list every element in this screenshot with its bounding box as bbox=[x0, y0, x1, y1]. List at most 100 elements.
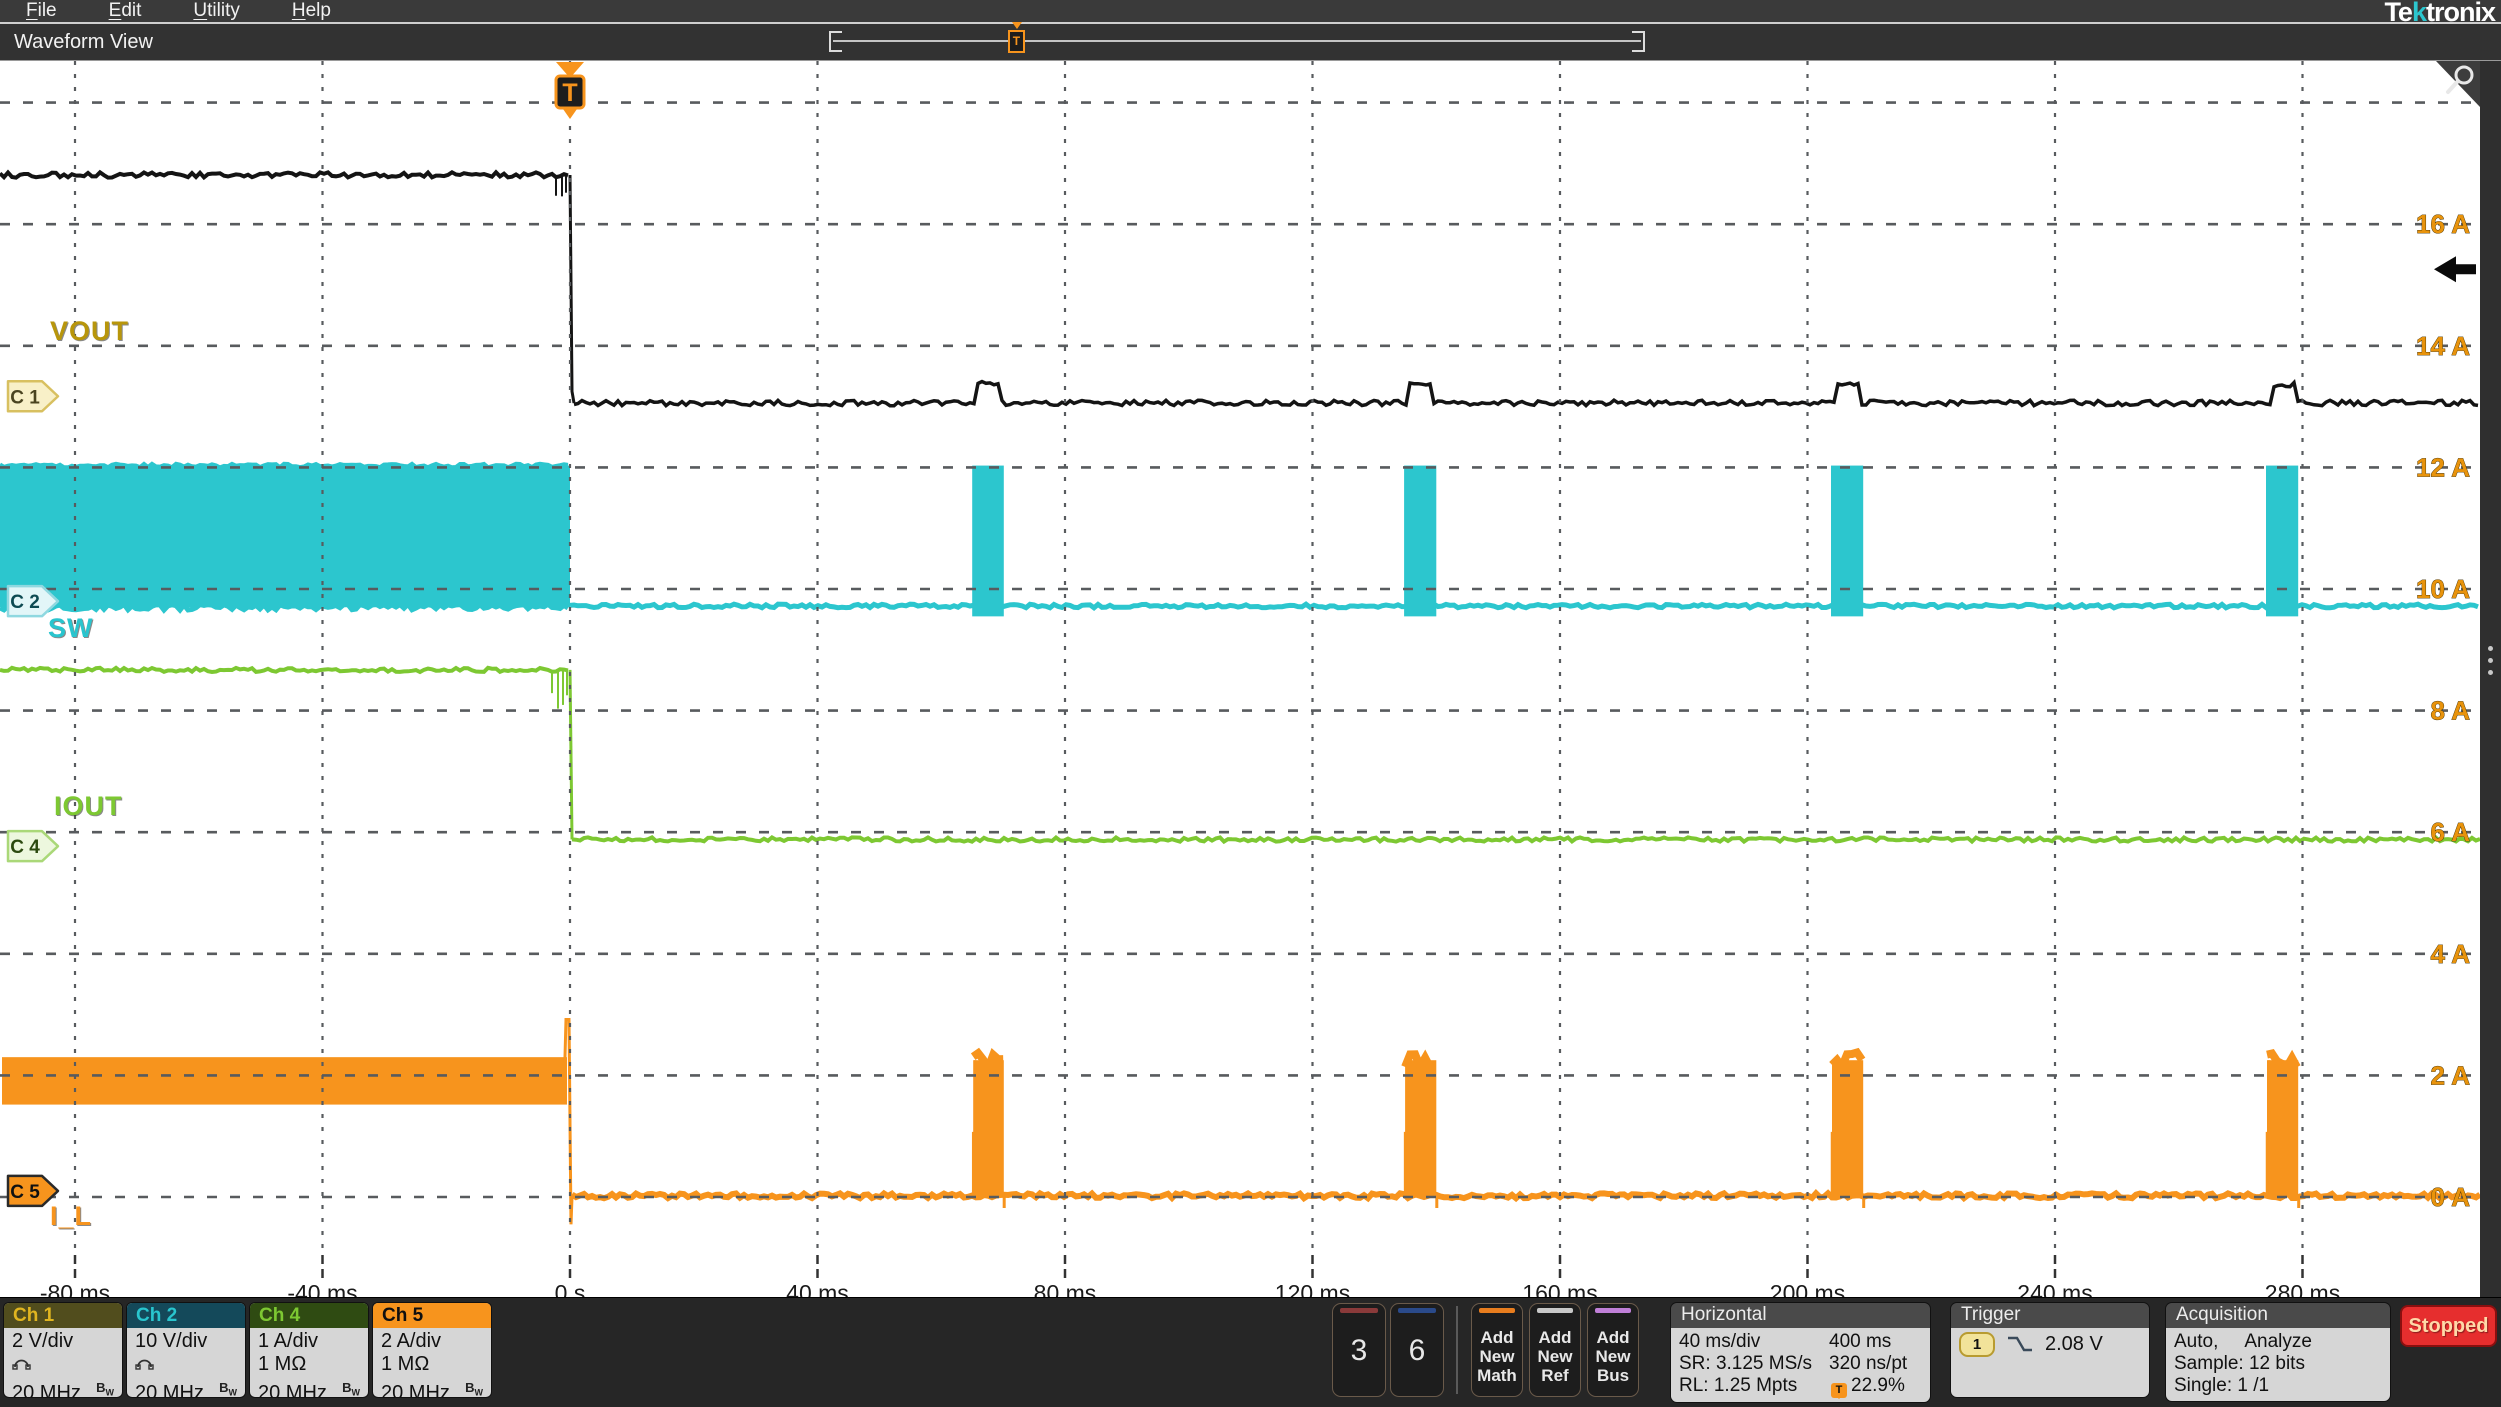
menu-item-file[interactable]: File bbox=[26, 1, 57, 21]
amp-tick-label: 16 A bbox=[2416, 209, 2470, 239]
channel-scale: 1 A/div bbox=[258, 1330, 360, 1353]
channel-scale: 2 A/div bbox=[381, 1330, 483, 1353]
button-label: 3 bbox=[1351, 1334, 1368, 1367]
probe-icon bbox=[135, 1353, 237, 1376]
channel-badge-header: Ch 2 bbox=[127, 1303, 245, 1328]
trace-ch1-vout[interactable] bbox=[0, 172, 2478, 405]
bandwidth-limit-icon: BW bbox=[465, 1376, 483, 1397]
channel-badge-ch4[interactable]: Ch 4 1 A/div 1 MΩ 20 MHzBW bbox=[250, 1303, 368, 1397]
amp-tick-label: 10 A bbox=[2416, 574, 2470, 604]
waveform-button-3[interactable]: 3 bbox=[1332, 1303, 1386, 1397]
amp-tick-label: 14 A bbox=[2416, 331, 2470, 361]
bandwidth-limit-icon: BW bbox=[219, 1376, 237, 1397]
channel-name: Ch 5 bbox=[382, 1305, 423, 1326]
channel-scale: 2 V/div bbox=[12, 1330, 114, 1353]
acquisition-badge-body: Auto,Analyze Sample: 12 bits Single: 1 /… bbox=[2166, 1328, 2390, 1401]
resolution: 320 ns/pt bbox=[1829, 1353, 1907, 1375]
amp-tick-label: 4 A bbox=[2431, 939, 2471, 969]
trigger-level: 2.08 V bbox=[2045, 1331, 2103, 1357]
channel-badge-body: 2 A/div 1 MΩ 20 MHzBW bbox=[373, 1328, 491, 1397]
horizontal-window: 400 ms bbox=[1829, 1331, 1891, 1353]
amp-tick-label: 6 A bbox=[2431, 817, 2471, 847]
horizontal-badge[interactable]: Horizontal 40 ms/div400 ms SR: 3.125 MS/… bbox=[1671, 1303, 1930, 1402]
zoom-corner-button[interactable] bbox=[2436, 61, 2480, 107]
channel-bandwidth: 20 MHz bbox=[258, 1382, 327, 1397]
color-stripe bbox=[1595, 1308, 1631, 1313]
right-scroll-strip[interactable] bbox=[2480, 61, 2501, 1299]
time-axis-labels: -80 ms-40 ms0 s40 ms80 ms120 ms160 ms200… bbox=[40, 1255, 2340, 1299]
menu-item-utility[interactable]: Utility bbox=[193, 1, 239, 21]
channel-bandwidth: 20 MHz bbox=[135, 1382, 204, 1397]
menu-bar: FileEditUtilityHelp Tektronix bbox=[0, 0, 2501, 22]
horizontal-badge-body: 40 ms/div400 ms SR: 3.125 MS/s320 ns/pt … bbox=[1671, 1328, 1930, 1402]
trigger-position-icon: T bbox=[1831, 1383, 1847, 1398]
button-label: Add New Bus bbox=[1596, 1328, 1631, 1385]
acquisition-badge-title: Acquisition bbox=[2166, 1303, 2390, 1328]
button-label: 6 bbox=[1409, 1334, 1426, 1367]
horizontal-scale: 40 ms/div bbox=[1679, 1331, 1829, 1353]
divider bbox=[1456, 1306, 1458, 1394]
channel-ref-tag-label: C 4 bbox=[10, 837, 40, 858]
trigger-time-marker[interactable]: T bbox=[556, 62, 584, 119]
amp-tick-label: 0 A bbox=[2431, 1182, 2471, 1212]
trace-label-il: I_L bbox=[50, 1201, 92, 1232]
color-stripe bbox=[1340, 1308, 1378, 1313]
color-stripe bbox=[1537, 1308, 1573, 1313]
trigger-position-pct: 22.9% bbox=[1851, 1375, 1905, 1396]
add-new-ref-button[interactable]: Add New Ref bbox=[1529, 1303, 1581, 1397]
horizontal-badge-title: Horizontal bbox=[1671, 1303, 1930, 1328]
channel-badge-ch5[interactable]: Ch 5 2 A/div 1 MΩ 20 MHzBW bbox=[373, 1303, 491, 1397]
channel-badge-ch2[interactable]: Ch 2 10 V/div 20 MHz BW bbox=[127, 1303, 245, 1397]
amp-tick-label: 12 A bbox=[2416, 452, 2470, 482]
channel-badge-ch1[interactable]: Ch 1 2 V/div 20 MHzBW bbox=[4, 1303, 122, 1397]
add-new-bus-button[interactable]: Add New Bus bbox=[1587, 1303, 1639, 1397]
channel-badge-header: Ch 5 bbox=[373, 1303, 491, 1328]
trace-il-fills[interactable] bbox=[2, 1057, 2300, 1208]
channel-name: Ch 4 bbox=[259, 1305, 300, 1326]
channel-scale: 10 V/div bbox=[135, 1330, 237, 1353]
channel-badge-body: 1 A/div 1 MΩ 20 MHzBW bbox=[250, 1328, 368, 1397]
channel-bandwidth: 20 MHz bbox=[381, 1382, 450, 1397]
trigger-source-badge: 1 bbox=[1959, 1332, 1995, 1357]
menu-item-help[interactable]: Help bbox=[292, 1, 331, 21]
acquisition-badge[interactable]: Acquisition Auto, Analyze Sample: 12 bits… bbox=[2166, 1303, 2390, 1401]
trace-label-vout: VOUT bbox=[50, 316, 129, 347]
trigger-badge-body: 1 2.08 V bbox=[1951, 1328, 2149, 1397]
trace-sw-fills[interactable] bbox=[0, 466, 2298, 617]
channel-ref-tag-label: C 5 bbox=[10, 1182, 40, 1203]
trace-ch4-iout[interactable] bbox=[0, 668, 2480, 842]
overview-trigger-marker[interactable]: T bbox=[1008, 30, 1025, 53]
trace-label-sw: SW bbox=[48, 613, 94, 644]
channel-ref-tag-0[interactable]: C 1 bbox=[8, 381, 58, 411]
channel-badge-header: Ch 1 bbox=[4, 1303, 122, 1328]
sample-rate: SR: 3.125 MS/s bbox=[1679, 1353, 1829, 1375]
channel-impedance: 1 MΩ bbox=[258, 1353, 360, 1376]
run-stop-status-button[interactable]: Stopped bbox=[2400, 1305, 2497, 1347]
horizontal-overview-bar[interactable]: T bbox=[829, 31, 1645, 52]
trigger-badge[interactable]: Trigger 1 2.08 V bbox=[1951, 1303, 2149, 1397]
menu-item-edit[interactable]: Edit bbox=[109, 1, 142, 21]
trigger-badge-title: Trigger bbox=[1951, 1303, 2149, 1328]
add-new-math-button[interactable]: Add New Math bbox=[1471, 1303, 1523, 1397]
waveform-view-title: Waveform View bbox=[14, 31, 153, 54]
acquisition-analyze: Analyze bbox=[2244, 1331, 2312, 1353]
color-stripe bbox=[1398, 1308, 1436, 1313]
channel-name: Ch 2 bbox=[136, 1305, 177, 1326]
probe-icon bbox=[12, 1353, 114, 1376]
waveform-view-window: Waveform View T -80 ms-40 ms0 s40 ms80 m… bbox=[0, 22, 2501, 1297]
channel-ref-tag-label: C 2 bbox=[10, 592, 40, 613]
acquisition-sample: Sample: 12 bits bbox=[2174, 1353, 2305, 1375]
channel-badge-header: Ch 4 bbox=[250, 1303, 368, 1328]
trace-ch5-il[interactable] bbox=[564, 1019, 2480, 1224]
bottom-control-bar: Ch 1 2 V/div 20 MHzBW Ch 2 10 V/div 20 M… bbox=[0, 1297, 2501, 1407]
waveform-plot-area[interactable]: -80 ms-40 ms0 s40 ms80 ms120 ms160 ms200… bbox=[0, 61, 2480, 1299]
channel-badge-body: 10 V/div 20 MHz BW bbox=[127, 1328, 245, 1397]
amp-tick-label: 8 A bbox=[2431, 696, 2471, 726]
channel-ref-tag-2[interactable]: C 4 bbox=[8, 831, 58, 861]
drag-handle-dots-icon[interactable] bbox=[2488, 646, 2493, 651]
trigger-level-arrow[interactable] bbox=[2434, 256, 2476, 282]
acquisition-mode: Auto, bbox=[2174, 1331, 2218, 1353]
overview-line bbox=[833, 40, 1641, 42]
record-length: RL: 1.25 Mpts bbox=[1679, 1375, 1829, 1398]
waveform-button-6[interactable]: 6 bbox=[1390, 1303, 1444, 1397]
